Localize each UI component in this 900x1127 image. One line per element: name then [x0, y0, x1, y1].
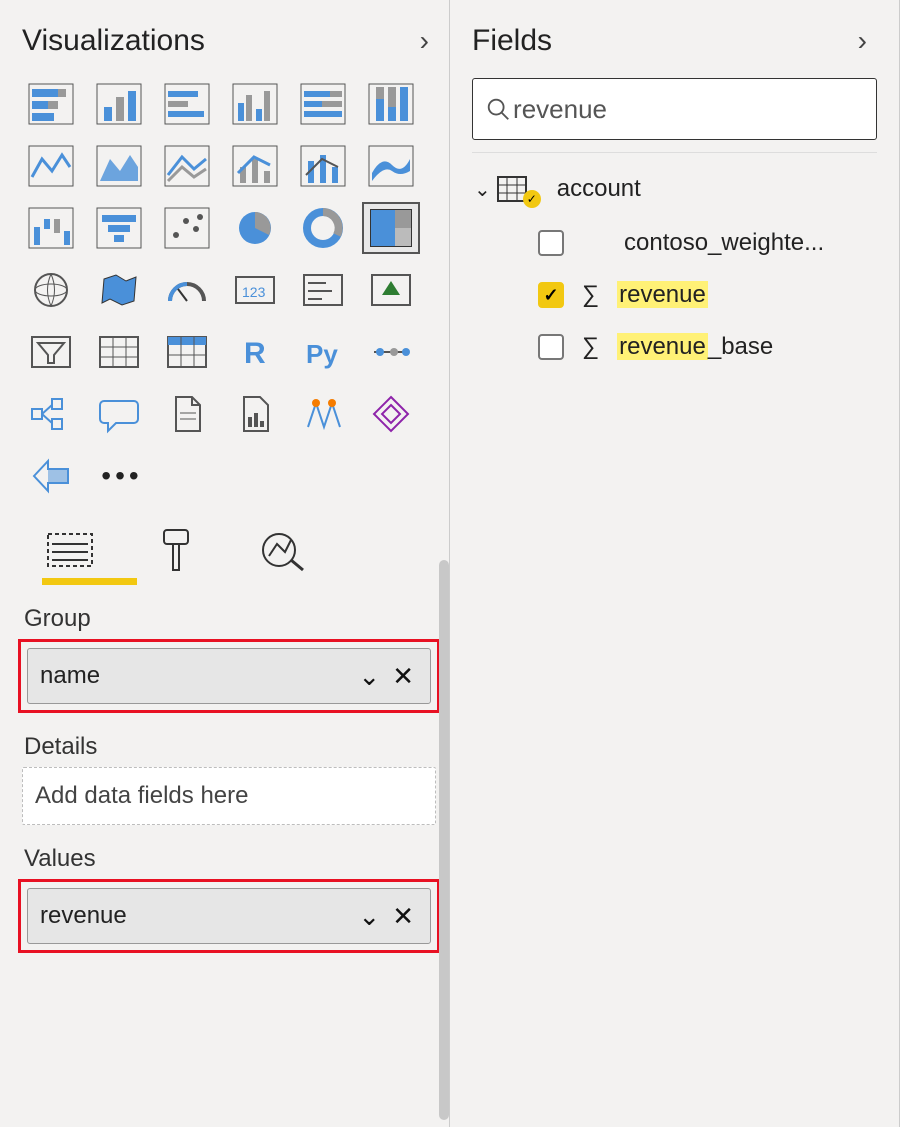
chevron-down-icon[interactable]: ⌄: [350, 901, 388, 932]
viz-key-influencers[interactable]: [362, 326, 420, 378]
table-selected-badge: ✓: [523, 190, 541, 208]
viz-filled-map[interactable]: [90, 264, 148, 316]
values-highlight: revenue ⌄ ✕: [18, 879, 440, 953]
viz-type-grid: 123 R Py •••: [22, 78, 439, 502]
fields-pane: Fields › ⌄ ✓ account contoso_weighte... …: [450, 0, 900, 1127]
more-icon: •••: [95, 460, 142, 492]
table-account[interactable]: ⌄ ✓ account: [472, 171, 877, 217]
group-field-chip[interactable]: name ⌄ ✕: [27, 648, 431, 704]
viz-clustered-column[interactable]: [226, 78, 284, 130]
field-name: contoso_weighte...: [624, 229, 824, 257]
viz-ribbon[interactable]: [362, 140, 420, 192]
viz-decomposition[interactable]: [22, 388, 80, 440]
viz-map[interactable]: [22, 264, 80, 316]
checkbox[interactable]: [538, 334, 564, 360]
remove-field-icon[interactable]: ✕: [388, 901, 418, 932]
expand-icon: ⌄: [474, 177, 491, 202]
viz-python[interactable]: Py: [294, 326, 352, 378]
fields-search[interactable]: [472, 78, 877, 140]
tab-analytics[interactable]: [254, 522, 310, 578]
values-label: Values: [24, 845, 439, 873]
viz-header: Visualizations ›: [22, 24, 439, 58]
sigma-icon: ∑: [582, 281, 599, 309]
svg-text:123: 123: [242, 284, 266, 300]
viz-treemap[interactable]: [362, 202, 420, 254]
viz-donut[interactable]: [294, 202, 352, 254]
viz-multicard[interactable]: [294, 264, 352, 316]
viz-more[interactable]: •••: [90, 450, 148, 502]
viz-table[interactable]: [90, 326, 148, 378]
scrollbar[interactable]: [439, 560, 449, 1120]
viz-powerapps[interactable]: [362, 388, 420, 440]
viz-line-stacked-column[interactable]: [294, 140, 352, 192]
remove-field-icon[interactable]: ✕: [388, 661, 418, 692]
viz-clustered-bar[interactable]: [90, 78, 148, 130]
group-label: Group: [24, 605, 439, 633]
viz-qna[interactable]: [90, 388, 148, 440]
field-name: revenue: [617, 281, 708, 309]
viz-matrix[interactable]: [158, 326, 216, 378]
viz-title: Visualizations: [22, 24, 205, 58]
details-well[interactable]: Add data fields here: [22, 767, 436, 825]
tab-format[interactable]: [148, 522, 204, 578]
chevron-down-icon[interactable]: ⌄: [350, 661, 388, 692]
viz-paginated[interactable]: [158, 388, 216, 440]
viz-arcgis[interactable]: [294, 388, 352, 440]
viz-pie[interactable]: [226, 202, 284, 254]
details-label: Details: [24, 733, 439, 761]
table-name: account: [557, 175, 641, 203]
viz-area[interactable]: [90, 140, 148, 192]
values-field-name: revenue: [40, 902, 127, 930]
viz-stacked-column[interactable]: [158, 78, 216, 130]
collapse-fields-icon[interactable]: ›: [858, 25, 877, 57]
viz-small-multiples[interactable]: [226, 388, 284, 440]
field-contoso-weighted[interactable]: contoso_weighte...: [472, 217, 877, 269]
viz-store[interactable]: [22, 450, 80, 502]
viz-kpi[interactable]: [362, 264, 420, 316]
search-icon: [485, 95, 511, 123]
values-field-chip[interactable]: revenue ⌄ ✕: [27, 888, 431, 944]
viz-stacked-area[interactable]: [158, 140, 216, 192]
svg-text:Py: Py: [306, 339, 338, 369]
viz-card[interactable]: 123: [226, 264, 284, 316]
tab-fields[interactable]: [42, 522, 98, 578]
search-input[interactable]: [511, 93, 864, 126]
checkbox[interactable]: [538, 282, 564, 308]
checkbox[interactable]: [538, 230, 564, 256]
viz-gauge[interactable]: [158, 264, 216, 316]
viz-line-column[interactable]: [226, 140, 284, 192]
collapse-viz-icon[interactable]: ›: [420, 25, 439, 57]
viz-100-stacked-bar[interactable]: [294, 78, 352, 130]
sigma-icon: ∑: [582, 333, 599, 361]
details-placeholder: Add data fields here: [35, 782, 248, 809]
field-name: revenue_base: [617, 333, 773, 361]
fields-title: Fields: [472, 24, 552, 58]
viz-r[interactable]: R: [226, 326, 284, 378]
svg-text:R: R: [244, 337, 266, 370]
viz-scatter[interactable]: [158, 202, 216, 254]
viz-slicer[interactable]: [22, 326, 80, 378]
active-tab-underline: [42, 578, 137, 585]
group-highlight: name ⌄ ✕: [18, 639, 440, 713]
fields-header: Fields ›: [472, 24, 877, 58]
viz-tabs: [22, 522, 439, 578]
field-revenue-base[interactable]: ∑ revenue_base: [472, 321, 877, 373]
fields-tree: ⌄ ✓ account contoso_weighte... ∑ revenue…: [472, 152, 877, 373]
viz-line[interactable]: [22, 140, 80, 192]
viz-funnel[interactable]: [90, 202, 148, 254]
viz-100-stacked-column[interactable]: [362, 78, 420, 130]
visualizations-pane: Visualizations ›: [0, 0, 450, 1127]
field-revenue[interactable]: ∑ revenue: [472, 269, 877, 321]
group-field-name: name: [40, 662, 100, 690]
viz-waterfall[interactable]: [22, 202, 80, 254]
viz-stacked-bar[interactable]: [22, 78, 80, 130]
